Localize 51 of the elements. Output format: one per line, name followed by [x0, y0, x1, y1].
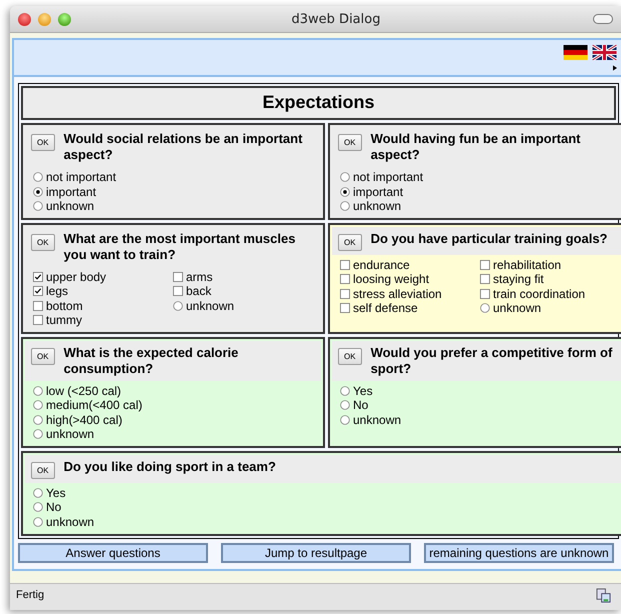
- ok-button[interactable]: OK: [338, 348, 362, 364]
- window-title: d3web Dialog: [290, 12, 382, 26]
- page-heading: Expectations: [21, 86, 616, 120]
- answer-option[interactable]: unknown: [340, 199, 480, 214]
- ok-button[interactable]: OK: [31, 348, 55, 364]
- answer-option[interactable]: legs: [33, 284, 173, 298]
- action-button[interactable]: Answer questions: [18, 542, 208, 562]
- ok-button[interactable]: OK: [31, 462, 55, 478]
- action-button[interactable]: remaining questions are unknown: [424, 542, 614, 562]
- answer-option[interactable]: important: [33, 184, 173, 199]
- question-text: What are the most important muscles you want to train?: [64, 230, 296, 262]
- answer-option[interactable]: unknown: [33, 199, 173, 214]
- status-text: Fertig: [16, 589, 44, 601]
- answer-option[interactable]: unknown: [173, 298, 313, 313]
- answer-option[interactable]: Yes: [340, 384, 480, 398]
- answer-option[interactable]: unknown: [33, 427, 173, 442]
- answer-option[interactable]: No: [340, 398, 480, 412]
- answer-option[interactable]: back: [173, 284, 313, 298]
- answer-option[interactable]: upper body: [33, 270, 173, 284]
- question-text: Would having fun be an important aspect?: [370, 131, 582, 163]
- ok-button[interactable]: OK: [31, 234, 55, 250]
- question-text: Would you prefer a competitive form of sport?: [370, 344, 614, 376]
- answer-option[interactable]: loosing weight: [340, 272, 480, 286]
- answer-option[interactable]: bottom: [33, 298, 173, 313]
- ok-button[interactable]: OK: [338, 134, 362, 151]
- answer-option[interactable]: unknown: [340, 412, 480, 427]
- answer-option[interactable]: high(>400 cal): [33, 412, 173, 427]
- ok-button[interactable]: OK: [338, 234, 362, 250]
- question-text: What is the expected calorie consumption?: [64, 344, 240, 376]
- action-button[interactable]: Jump to resultpage: [221, 542, 411, 562]
- answer-option[interactable]: unknown: [480, 301, 620, 316]
- answer-option[interactable]: unknown: [33, 514, 173, 529]
- answer-option[interactable]: tummy: [33, 313, 173, 328]
- answer-option[interactable]: stress alleviation: [340, 286, 480, 301]
- answer-option[interactable]: endurance: [340, 258, 480, 272]
- question-text: Do you have particular training goals?: [370, 230, 608, 246]
- answer-option[interactable]: Yes: [33, 486, 173, 500]
- answer-option[interactable]: not important: [33, 170, 173, 184]
- answer-option[interactable]: staying fit: [480, 272, 620, 286]
- answer-option[interactable]: rehabilitation: [480, 258, 620, 272]
- answer-option[interactable]: important: [340, 184, 480, 199]
- answer-option[interactable]: low (<250 cal): [33, 384, 173, 398]
- answer-option[interactable]: not important: [340, 170, 480, 184]
- question-text: Do you like doing sport in a team?: [64, 458, 276, 474]
- ok-button[interactable]: OK: [31, 134, 55, 151]
- answer-option[interactable]: self defense: [340, 301, 480, 316]
- answer-option[interactable]: train coordination: [480, 286, 620, 301]
- answer-option[interactable]: medium(<400 cal): [33, 398, 173, 412]
- question-text: Would social relations be an important aspect?: [64, 131, 304, 163]
- answer-option[interactable]: No: [33, 500, 173, 514]
- answer-option[interactable]: arms: [173, 270, 313, 284]
